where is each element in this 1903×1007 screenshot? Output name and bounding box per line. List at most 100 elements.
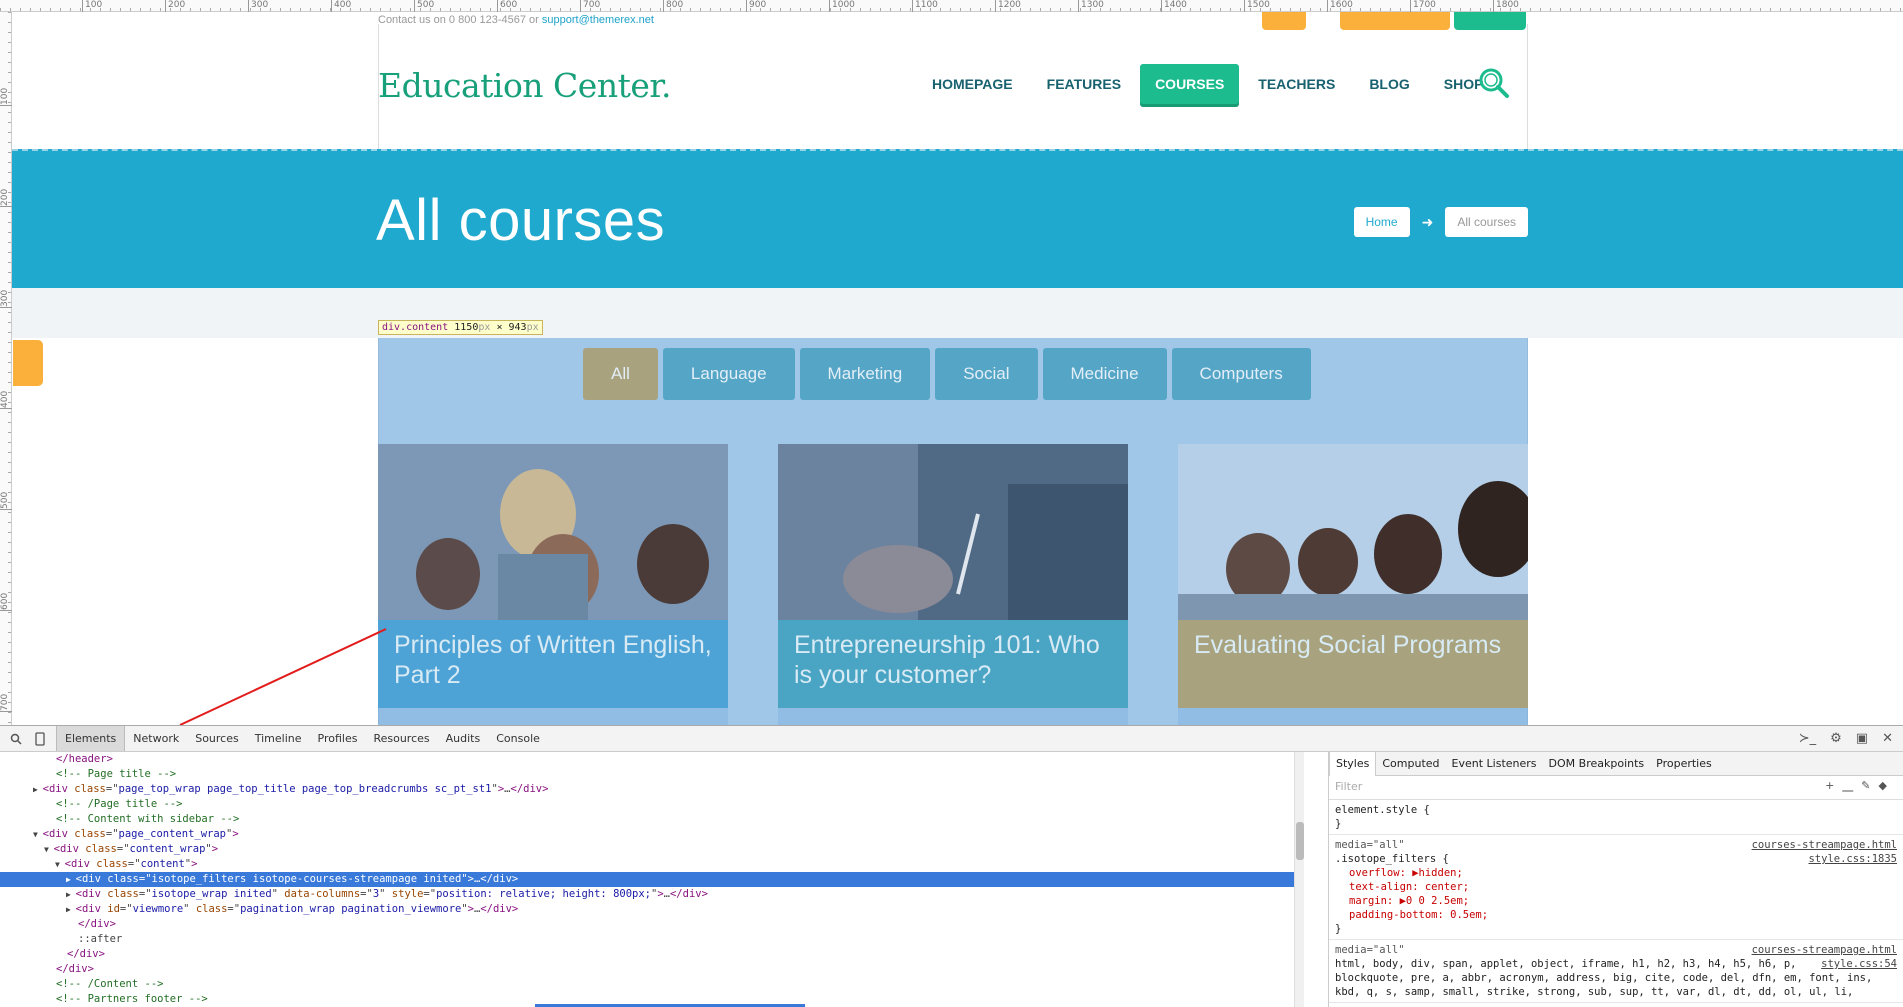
site-logo[interactable]: Education Center. — [378, 66, 672, 105]
css-rule[interactable]: media="all" courses-streampage.html style.… — [1329, 940, 1903, 1003]
rule-source-link[interactable]: courses-streampage.html — [1752, 838, 1897, 852]
breadcrumb-home[interactable]: Home — [1353, 207, 1410, 237]
filter-marketing[interactable]: Marketing — [799, 348, 931, 400]
expand-toggle-icon[interactable]: ▶ — [66, 875, 76, 884]
tab-profiles[interactable]: Profiles — [310, 726, 366, 751]
course-card[interactable]: Evaluating Social Programs — [1178, 444, 1528, 725]
vertical-ruler: 100 200 300 400 500 600 700 — [0, 12, 12, 725]
course-photo[interactable] — [1178, 444, 1528, 620]
top-bar-button[interactable] — [1262, 12, 1306, 30]
nav-item-blog[interactable]: BLOG — [1354, 64, 1424, 104]
tab-audits[interactable]: Audits — [438, 726, 489, 751]
close-icon[interactable]: ✕ — [1882, 731, 1893, 746]
filter-all[interactable]: All — [583, 348, 658, 400]
course-photo[interactable] — [378, 444, 728, 620]
ruler-tick: 1800 — [1493, 0, 1519, 12]
device-mode-icon[interactable] — [32, 731, 48, 747]
dom-node[interactable]: ▼ <div class="page_content_wrap"> — [0, 827, 1303, 842]
devtools-panel: Elements Network Sources Timeline Profiles Re… — [0, 725, 1903, 1007]
dom-node[interactable]: <!-- Content with sidebar --> — [0, 812, 1303, 827]
css-property[interactable]: text-align: center; — [1335, 880, 1897, 894]
filter-social[interactable]: Social — [935, 348, 1038, 400]
ruler-tick: 1600 — [1327, 0, 1353, 12]
dom-node[interactable]: ▶ <div class="isotope_filters isotope-co… — [0, 872, 1303, 887]
css-property[interactable]: padding-bottom: 0.5em; — [1335, 908, 1897, 922]
css-property[interactable]: overflow: ▶hidden; — [1335, 866, 1897, 880]
course-card[interactable]: Principles of Written English, Part 2 — [378, 444, 728, 725]
expand-toggle-icon[interactable]: ▶ — [66, 890, 76, 899]
dom-node[interactable]: ▶ <div id="viewmore" class="pagination_w… — [0, 902, 1303, 917]
dom-node[interactable]: ▶ <div class="page_top_wrap page_top_tit… — [0, 782, 1303, 797]
filter-language[interactable]: Language — [662, 348, 795, 400]
filter-computers[interactable]: Computers — [1171, 348, 1311, 400]
nav-item-courses[interactable]: COURSES — [1140, 64, 1240, 104]
styles-tab-properties[interactable]: Properties — [1650, 752, 1718, 776]
dom-node[interactable]: ::after — [0, 932, 1303, 947]
ruler-tick: 400 — [0, 387, 12, 409]
nav-item-features[interactable]: FEATURES — [1032, 64, 1136, 104]
side-settings-tab[interactable] — [13, 340, 43, 386]
ruler-tick: 200 — [165, 0, 185, 12]
css-property[interactable]: margin: ▶0 0 2.5em; — [1335, 894, 1897, 908]
css-rule[interactable]: media="all" courses-streampage.html style.… — [1329, 835, 1903, 940]
dom-node[interactable]: </div> — [0, 917, 1303, 932]
dom-node[interactable]: </header> — [0, 752, 1303, 767]
course-card[interactable]: Entrepreneurship 101: Who is your custom… — [778, 444, 1128, 725]
tab-timeline[interactable]: Timeline — [247, 726, 310, 751]
styles-tab-dom-breakpoints[interactable]: DOM Breakpoints — [1543, 752, 1651, 776]
main-nav: HOMEPAGE FEATURES COURSES TEACHERS BLOG SHOP — [917, 64, 1502, 104]
course-title[interactable]: Principles of Written English, Part 2 — [378, 620, 728, 708]
ruler-tick: 200 — [0, 185, 12, 207]
style-tools-icons[interactable]: +⎽✎◆ — [1825, 779, 1895, 793]
styles-tab-computed[interactable]: Computed — [1376, 752, 1445, 776]
elements-scrollbar[interactable] — [1294, 752, 1304, 1007]
css-rule[interactable]: element.style {} — [1329, 800, 1903, 835]
tab-sources[interactable]: Sources — [187, 726, 247, 751]
gear-icon[interactable]: ⚙ — [1830, 731, 1842, 746]
rule-source-link[interactable]: courses-streampage.html — [1752, 943, 1897, 957]
expand-toggle-icon[interactable]: ▼ — [33, 830, 43, 839]
top-bar-button[interactable] — [1340, 12, 1450, 30]
nav-item-teachers[interactable]: TEACHERS — [1243, 64, 1350, 104]
expand-toggle-icon[interactable]: ▼ — [44, 845, 54, 854]
breadcrumb: Home ➜ All courses — [1353, 207, 1528, 237]
dom-node[interactable]: ▼ <div class="content_wrap"> — [0, 842, 1303, 857]
search-icon[interactable] — [1477, 66, 1511, 100]
tab-elements[interactable]: Elements — [56, 726, 126, 751]
search-icon[interactable] — [8, 731, 24, 747]
ruler-tick: 600 — [497, 0, 517, 12]
styles-tab-event-listeners[interactable]: Event Listeners — [1446, 752, 1543, 776]
course-title[interactable]: Evaluating Social Programs — [1178, 620, 1528, 708]
rule-source-link[interactable]: style.css:54 — [1821, 957, 1897, 971]
ruler-tick: 700 — [0, 690, 12, 712]
course-photo[interactable] — [778, 444, 1128, 620]
ruler-tick: 1400 — [1161, 0, 1187, 12]
expand-toggle-icon[interactable]: ▼ — [55, 860, 65, 869]
nav-item-homepage[interactable]: HOMEPAGE — [917, 64, 1028, 104]
tab-network[interactable]: Network — [125, 726, 187, 751]
dom-node[interactable]: </div> — [0, 962, 1303, 977]
dom-node[interactable]: ▶ <div class="isotope_wrap inited" data-… — [0, 887, 1303, 902]
course-title[interactable]: Entrepreneurship 101: Who is your custom… — [778, 620, 1128, 708]
rule-source-link[interactable]: style.css:1835 — [1808, 852, 1897, 866]
styles-filter-input[interactable]: Filter +⎽✎◆ — [1329, 776, 1903, 800]
dock-icon[interactable]: ▣ — [1856, 731, 1868, 746]
tab-resources[interactable]: Resources — [365, 726, 437, 751]
dom-node[interactable]: <!-- /Content --> — [0, 977, 1303, 992]
support-email-link[interactable]: support@themerex.net — [542, 14, 654, 26]
ruler-tick: 800 — [663, 0, 683, 12]
ruler-tick: 900 — [746, 0, 766, 12]
dom-node[interactable]: <!-- Page title --> — [0, 767, 1303, 782]
dom-node[interactable]: ▼ <div class="content"> — [0, 857, 1303, 872]
filter-medicine[interactable]: Medicine — [1042, 348, 1167, 400]
ruler-tick: 400 — [331, 0, 351, 12]
dom-node[interactable]: </div> — [0, 947, 1303, 962]
dom-node[interactable]: <!-- /Page title --> — [0, 797, 1303, 812]
console-drawer-icon[interactable]: ≻_ — [1799, 731, 1816, 746]
expand-toggle-icon[interactable]: ▶ — [33, 785, 43, 794]
styles-tab-styles[interactable]: Styles — [1329, 752, 1377, 776]
top-bar-button[interactable] — [1454, 12, 1526, 30]
expand-toggle-icon[interactable]: ▶ — [66, 905, 76, 914]
tab-console[interactable]: Console — [488, 726, 548, 751]
arrow-right-icon: ➜ — [1421, 213, 1434, 230]
